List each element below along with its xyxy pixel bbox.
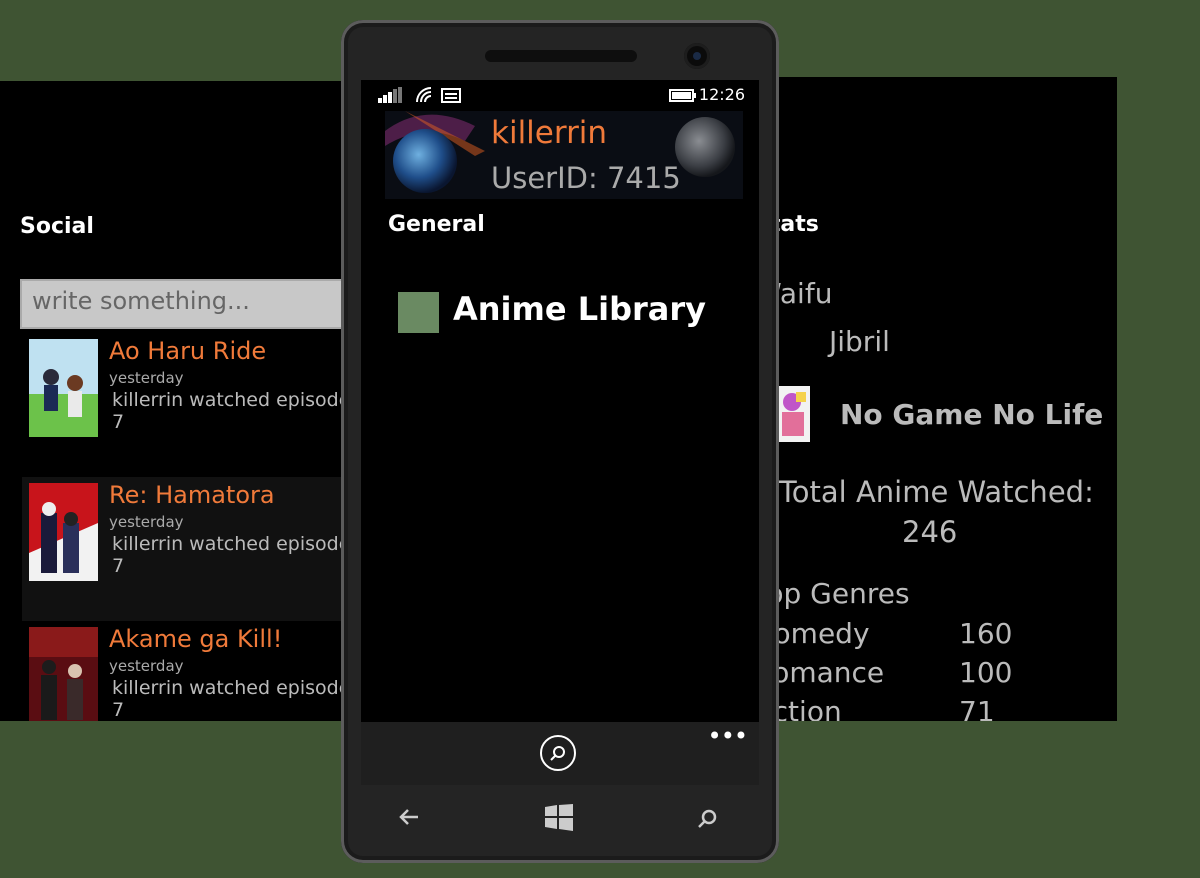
- feed-item-title[interactable]: Ao Haru Ride: [109, 337, 266, 365]
- phone-speaker: [485, 50, 637, 62]
- feed-item-time: yesterday: [109, 369, 184, 387]
- menu-item-anime-library[interactable]: Anime Library: [398, 290, 738, 340]
- waifu-name: Jibril: [829, 325, 890, 358]
- notification-icon: [441, 88, 461, 103]
- status-bar: 12:26: [361, 80, 759, 110]
- genre-count: 71: [959, 695, 995, 721]
- search-button[interactable]: [540, 735, 576, 771]
- app-bar: •••: [361, 722, 759, 785]
- feed-item-description: killerrin watched episode 7: [112, 677, 351, 721]
- status-clock: 12:26: [698, 85, 745, 104]
- menu-item-tile: [398, 292, 439, 333]
- battery-icon: [669, 89, 696, 102]
- signal-icon: [378, 87, 402, 103]
- feed-item-description: killerrin watched episode 7: [112, 389, 351, 433]
- feed-item[interactable]: Ao Haru Ride yesterday killerrin watched…: [22, 333, 382, 477]
- anime-cover-image: [29, 627, 98, 721]
- feed-item-time: yesterday: [109, 513, 184, 531]
- anime-cover-image: [29, 339, 98, 437]
- anime-cover-image: [29, 483, 98, 581]
- genre-count: 100: [959, 656, 1013, 689]
- phone-frame: 12:26 killerrin UserID: 7415 General Ani…: [341, 20, 779, 863]
- more-options-icon[interactable]: •••: [708, 722, 748, 750]
- profile-username: killerrin: [491, 115, 608, 151]
- waifu-thumbnail[interactable]: [778, 386, 810, 442]
- genre-count: 160: [959, 617, 1013, 650]
- feed-item[interactable]: Akame ga Kill! yesterday killerrin watch…: [22, 621, 382, 721]
- social-title: Social: [20, 214, 94, 239]
- feed-item-description: killerrin watched episode 7: [112, 533, 351, 577]
- social-post-input[interactable]: write something...: [20, 279, 360, 329]
- feed-item-title[interactable]: Akame ga Kill!: [109, 625, 282, 653]
- total-watched-value: 246: [902, 515, 958, 549]
- general-section-title: General: [388, 212, 485, 237]
- profile-banner[interactable]: killerrin UserID: 7415: [385, 111, 743, 199]
- phone-screen: 12:26 killerrin UserID: 7415 General Ani…: [361, 80, 759, 785]
- total-watched-label: Total Anime Watched:: [779, 475, 1094, 509]
- menu-item-label: Anime Library: [453, 290, 706, 328]
- feed-item-title[interactable]: Re: Hamatora: [109, 481, 275, 509]
- waifu-anime: No Game No Life: [840, 398, 1104, 431]
- feed-item[interactable]: Re: Hamatora yesterday killerrin watched…: [22, 477, 382, 621]
- feed-item-time: yesterday: [109, 657, 184, 675]
- search-hardware-icon[interactable]: [696, 808, 718, 828]
- search-icon: [550, 746, 565, 761]
- wifi-icon: [416, 87, 432, 103]
- phone-camera: [684, 43, 710, 69]
- social-panel: Social write something... Ao Haru Ride y…: [0, 81, 400, 721]
- windows-start-icon[interactable]: [545, 804, 573, 831]
- back-button-icon[interactable]: [398, 808, 420, 826]
- profile-userid: UserID: 7415: [491, 161, 681, 195]
